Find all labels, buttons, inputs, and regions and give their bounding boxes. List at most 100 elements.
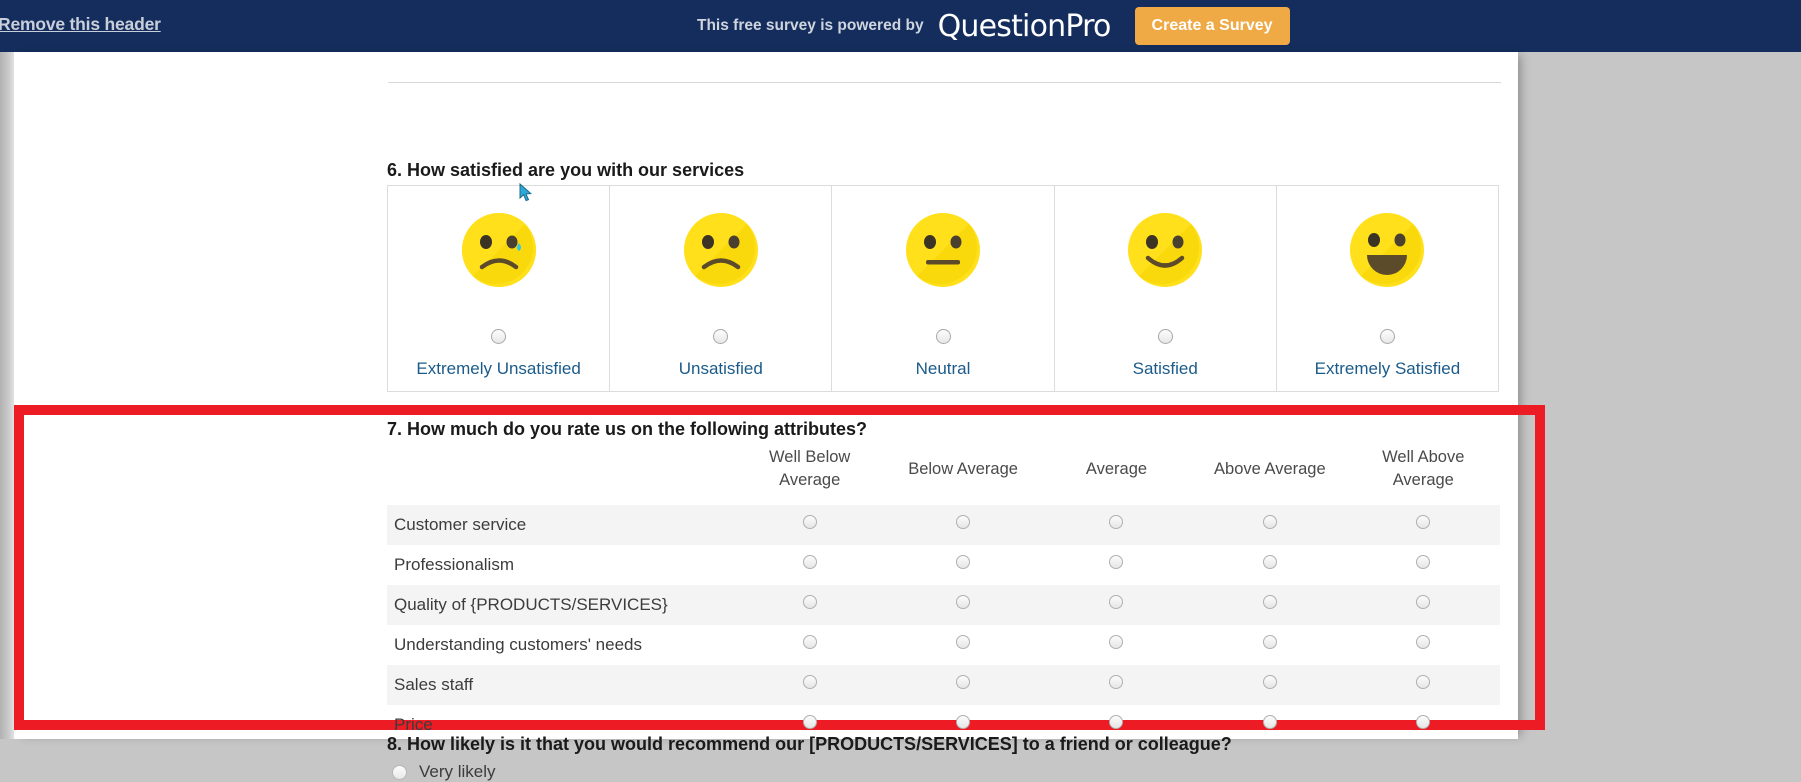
matrix-radio[interactable] bbox=[1416, 555, 1431, 570]
smiley-label-extremely-unsatisfied: Extremely Unsatisfied bbox=[416, 359, 581, 378]
remove-this-header-link[interactable]: Remove this header bbox=[0, 14, 161, 35]
question-8-radio-very-likely[interactable] bbox=[392, 764, 407, 780]
smiley-option-satisfied[interactable]: Satisfied bbox=[1053, 185, 1277, 392]
question-8-label-very-likely: Very likely bbox=[419, 762, 496, 781]
matrix-radio[interactable] bbox=[1262, 675, 1277, 690]
smiley-label-neutral: Neutral bbox=[915, 359, 971, 378]
matrix-row-label-quality: Quality of {PRODUCTS/SERVICES} bbox=[394, 594, 668, 614]
matrix-radio[interactable] bbox=[1109, 555, 1124, 570]
matrix-cell[interactable] bbox=[1347, 665, 1500, 705]
matrix-column-header-below-average: Below Average bbox=[908, 459, 1018, 478]
matrix-radio[interactable] bbox=[802, 715, 817, 730]
matrix-radio[interactable] bbox=[1109, 515, 1124, 530]
matrix-cell[interactable] bbox=[1193, 545, 1346, 585]
matrix-column-header-average: Average bbox=[1085, 459, 1148, 478]
matrix-radio[interactable] bbox=[956, 715, 971, 730]
matrix-radio[interactable] bbox=[802, 515, 817, 530]
matrix-radio[interactable] bbox=[1109, 635, 1124, 650]
matrix-cell[interactable] bbox=[1347, 505, 1500, 545]
matrix-cell[interactable] bbox=[1347, 545, 1500, 585]
matrix-row-label-professionalism: Professionalism bbox=[394, 554, 514, 574]
matrix-radio[interactable] bbox=[956, 675, 971, 690]
smiley-option-unsatisfied[interactable]: Unsatisfied bbox=[609, 185, 833, 392]
matrix-radio[interactable] bbox=[1416, 675, 1431, 690]
matrix-cell[interactable] bbox=[1040, 665, 1193, 705]
table-row: Quality of {PRODUCTS/SERVICES} bbox=[387, 584, 1500, 625]
neutral-face-icon bbox=[905, 212, 981, 293]
survey-sheet: 6. How satisfied are you with our servic… bbox=[14, 52, 1545, 781]
matrix-cell[interactable] bbox=[886, 545, 1039, 585]
matrix-cell[interactable] bbox=[1193, 585, 1346, 625]
smiley-radio-neutral[interactable] bbox=[935, 329, 951, 344]
promo-center-group: This free survey is powered by QuestionP… bbox=[697, 0, 1290, 52]
smiley-radio-extremely-satisfied[interactable] bbox=[1379, 329, 1395, 344]
question-8-option-very-likely[interactable]: Very likely bbox=[392, 762, 496, 782]
matrix-radio[interactable] bbox=[956, 555, 971, 570]
matrix-cell[interactable] bbox=[1193, 625, 1346, 665]
question-7-title: 7. How much do you rate us on the follow… bbox=[387, 419, 868, 439]
matrix-cell[interactable] bbox=[886, 665, 1039, 705]
smiley-label-unsatisfied: Unsatisfied bbox=[678, 359, 763, 378]
matrix-cell[interactable] bbox=[1040, 585, 1193, 625]
matrix-radio[interactable] bbox=[1262, 715, 1277, 730]
frowning-face-icon bbox=[683, 212, 759, 293]
matrix-cell[interactable] bbox=[886, 505, 1039, 545]
matrix-cell[interactable] bbox=[733, 585, 886, 625]
rating-matrix-table: Well Below Average Below Average Average… bbox=[387, 440, 1500, 745]
create-a-survey-button[interactable]: Create a Survey bbox=[1134, 7, 1290, 45]
matrix-radio[interactable] bbox=[956, 595, 971, 610]
matrix-cell[interactable] bbox=[733, 505, 886, 545]
matrix-radio[interactable] bbox=[1109, 715, 1124, 730]
crying-face-icon bbox=[461, 212, 537, 293]
table-row: Sales staff bbox=[387, 664, 1500, 705]
smiley-radio-satisfied[interactable] bbox=[1157, 329, 1173, 344]
smiley-radio-unsatisfied[interactable] bbox=[713, 329, 729, 344]
matrix-radio[interactable] bbox=[1262, 555, 1277, 570]
grinning-face-icon bbox=[1349, 212, 1425, 293]
matrix-radio[interactable] bbox=[802, 555, 817, 570]
matrix-radio[interactable] bbox=[802, 675, 817, 690]
matrix-cell[interactable] bbox=[1193, 505, 1346, 545]
smiley-option-extremely-satisfied[interactable]: Extremely Satisfied bbox=[1275, 185, 1500, 392]
matrix-radio[interactable] bbox=[1262, 595, 1277, 610]
matrix-radio[interactable] bbox=[1262, 515, 1277, 530]
smiley-option-extremely-unsatisfied[interactable]: Extremely Unsatisfied bbox=[387, 185, 611, 392]
matrix-cell[interactable] bbox=[733, 665, 886, 705]
matrix-cell[interactable] bbox=[886, 585, 1039, 625]
matrix-radio[interactable] bbox=[802, 595, 817, 610]
smiley-label-extremely-satisfied: Extremely Satisfied bbox=[1314, 359, 1461, 378]
section-divider bbox=[388, 82, 1501, 83]
matrix-cell[interactable] bbox=[1040, 505, 1193, 545]
matrix-radio[interactable] bbox=[1416, 635, 1431, 650]
matrix-radio[interactable] bbox=[1416, 715, 1431, 730]
smiley-label-satisfied: Satisfied bbox=[1132, 359, 1198, 378]
powered-by-label: This free survey is powered by bbox=[697, 17, 924, 34]
table-row: Customer service bbox=[387, 504, 1500, 545]
matrix-cell[interactable] bbox=[1040, 625, 1193, 665]
matrix-cell[interactable] bbox=[1347, 625, 1500, 665]
question-7-rating-matrix: Well Below Average Below Average Average… bbox=[387, 440, 1500, 745]
matrix-cell[interactable] bbox=[1347, 585, 1500, 625]
matrix-radio[interactable] bbox=[802, 635, 817, 650]
matrix-row-label-sales-staff: Sales staff bbox=[394, 674, 474, 694]
smiling-face-icon bbox=[1127, 212, 1203, 293]
matrix-row-label-understanding-customers-needs: Understanding customers' needs bbox=[394, 634, 642, 654]
question-6-smiley-scale: Extremely Unsatisfied Unsatisfied Neutra… bbox=[387, 185, 1500, 392]
matrix-radio[interactable] bbox=[956, 515, 971, 530]
matrix-row-label-customer-service: Customer service bbox=[394, 514, 527, 534]
matrix-radio[interactable] bbox=[956, 635, 971, 650]
matrix-cell[interactable] bbox=[886, 625, 1039, 665]
matrix-radio[interactable] bbox=[1109, 675, 1124, 690]
smiley-radio-extremely-unsatisfied[interactable] bbox=[491, 329, 507, 344]
matrix-attribute-header bbox=[387, 440, 733, 505]
matrix-cell[interactable] bbox=[733, 545, 886, 585]
matrix-radio[interactable] bbox=[1416, 595, 1431, 610]
matrix-cell[interactable] bbox=[1193, 665, 1346, 705]
smiley-option-neutral[interactable]: Neutral bbox=[831, 185, 1055, 392]
matrix-radio[interactable] bbox=[1109, 595, 1124, 610]
matrix-cell[interactable] bbox=[1040, 545, 1193, 585]
matrix-radio[interactable] bbox=[1416, 515, 1431, 530]
matrix-cell[interactable] bbox=[733, 625, 886, 665]
matrix-radio[interactable] bbox=[1262, 635, 1277, 650]
left-gutter-shadow bbox=[0, 52, 14, 739]
